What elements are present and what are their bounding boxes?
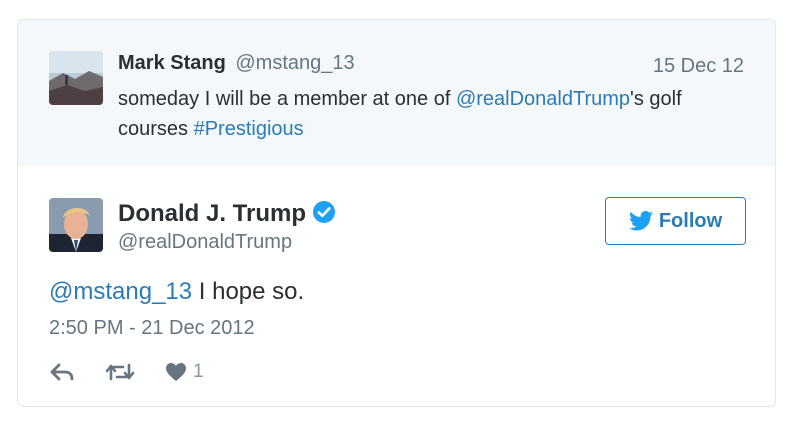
author-avatar-image <box>49 198 103 252</box>
parent-header: Mark Stang @mstang_13 <box>118 52 355 75</box>
in-reply-to-tweet[interactable]: Mark Stang @mstang_13 15 Dec 12 someday … <box>18 20 775 166</box>
tweet-timestamp[interactable]: 2:50 PM - 21 Dec 2012 <box>49 317 255 340</box>
reply-icon <box>50 363 74 381</box>
parent-date[interactable]: 15 Dec 12 <box>653 55 744 78</box>
follow-button[interactable]: Follow <box>605 197 746 245</box>
like-button[interactable]: 1 <box>165 361 204 383</box>
hashtag-link[interactable]: #Prestigious <box>194 118 304 140</box>
parent-author-handle[interactable]: @mstang_13 <box>235 52 354 74</box>
reply-button[interactable] <box>49 362 75 382</box>
author-avatar[interactable] <box>49 198 103 252</box>
like-count: 1 <box>193 361 204 382</box>
verified-badge-icon <box>312 200 336 224</box>
retweet-icon <box>105 363 135 381</box>
parent-avatar[interactable] <box>49 51 103 105</box>
parent-tweet-text: someday I will be a member at one of @re… <box>118 84 738 144</box>
tweet-actions: 1 <box>49 360 204 384</box>
parent-text-start: someday I will be a member at one of <box>118 88 456 110</box>
follow-button-label: Follow <box>658 209 723 232</box>
twitter-bird-icon <box>628 211 653 231</box>
tweet-body: I hope so. <box>192 278 305 305</box>
reply-mention-link[interactable]: @mstang_13 <box>49 278 192 305</box>
parent-avatar-image <box>49 51 103 105</box>
author-name-row: Donald J. Trump <box>118 200 336 228</box>
author-handle[interactable]: @realDonaldTrump <box>118 231 292 254</box>
embedded-tweet-card: Mark Stang @mstang_13 15 Dec 12 someday … <box>17 19 776 407</box>
tweet-text: @mstang_13 I hope so. <box>49 278 304 306</box>
parent-mention-link[interactable]: @realDonaldTrump <box>456 88 630 110</box>
author-name[interactable]: Donald J. Trump <box>118 200 306 227</box>
retweet-button[interactable] <box>105 362 135 382</box>
heart-icon <box>166 363 186 381</box>
parent-author-name[interactable]: Mark Stang <box>118 52 226 74</box>
